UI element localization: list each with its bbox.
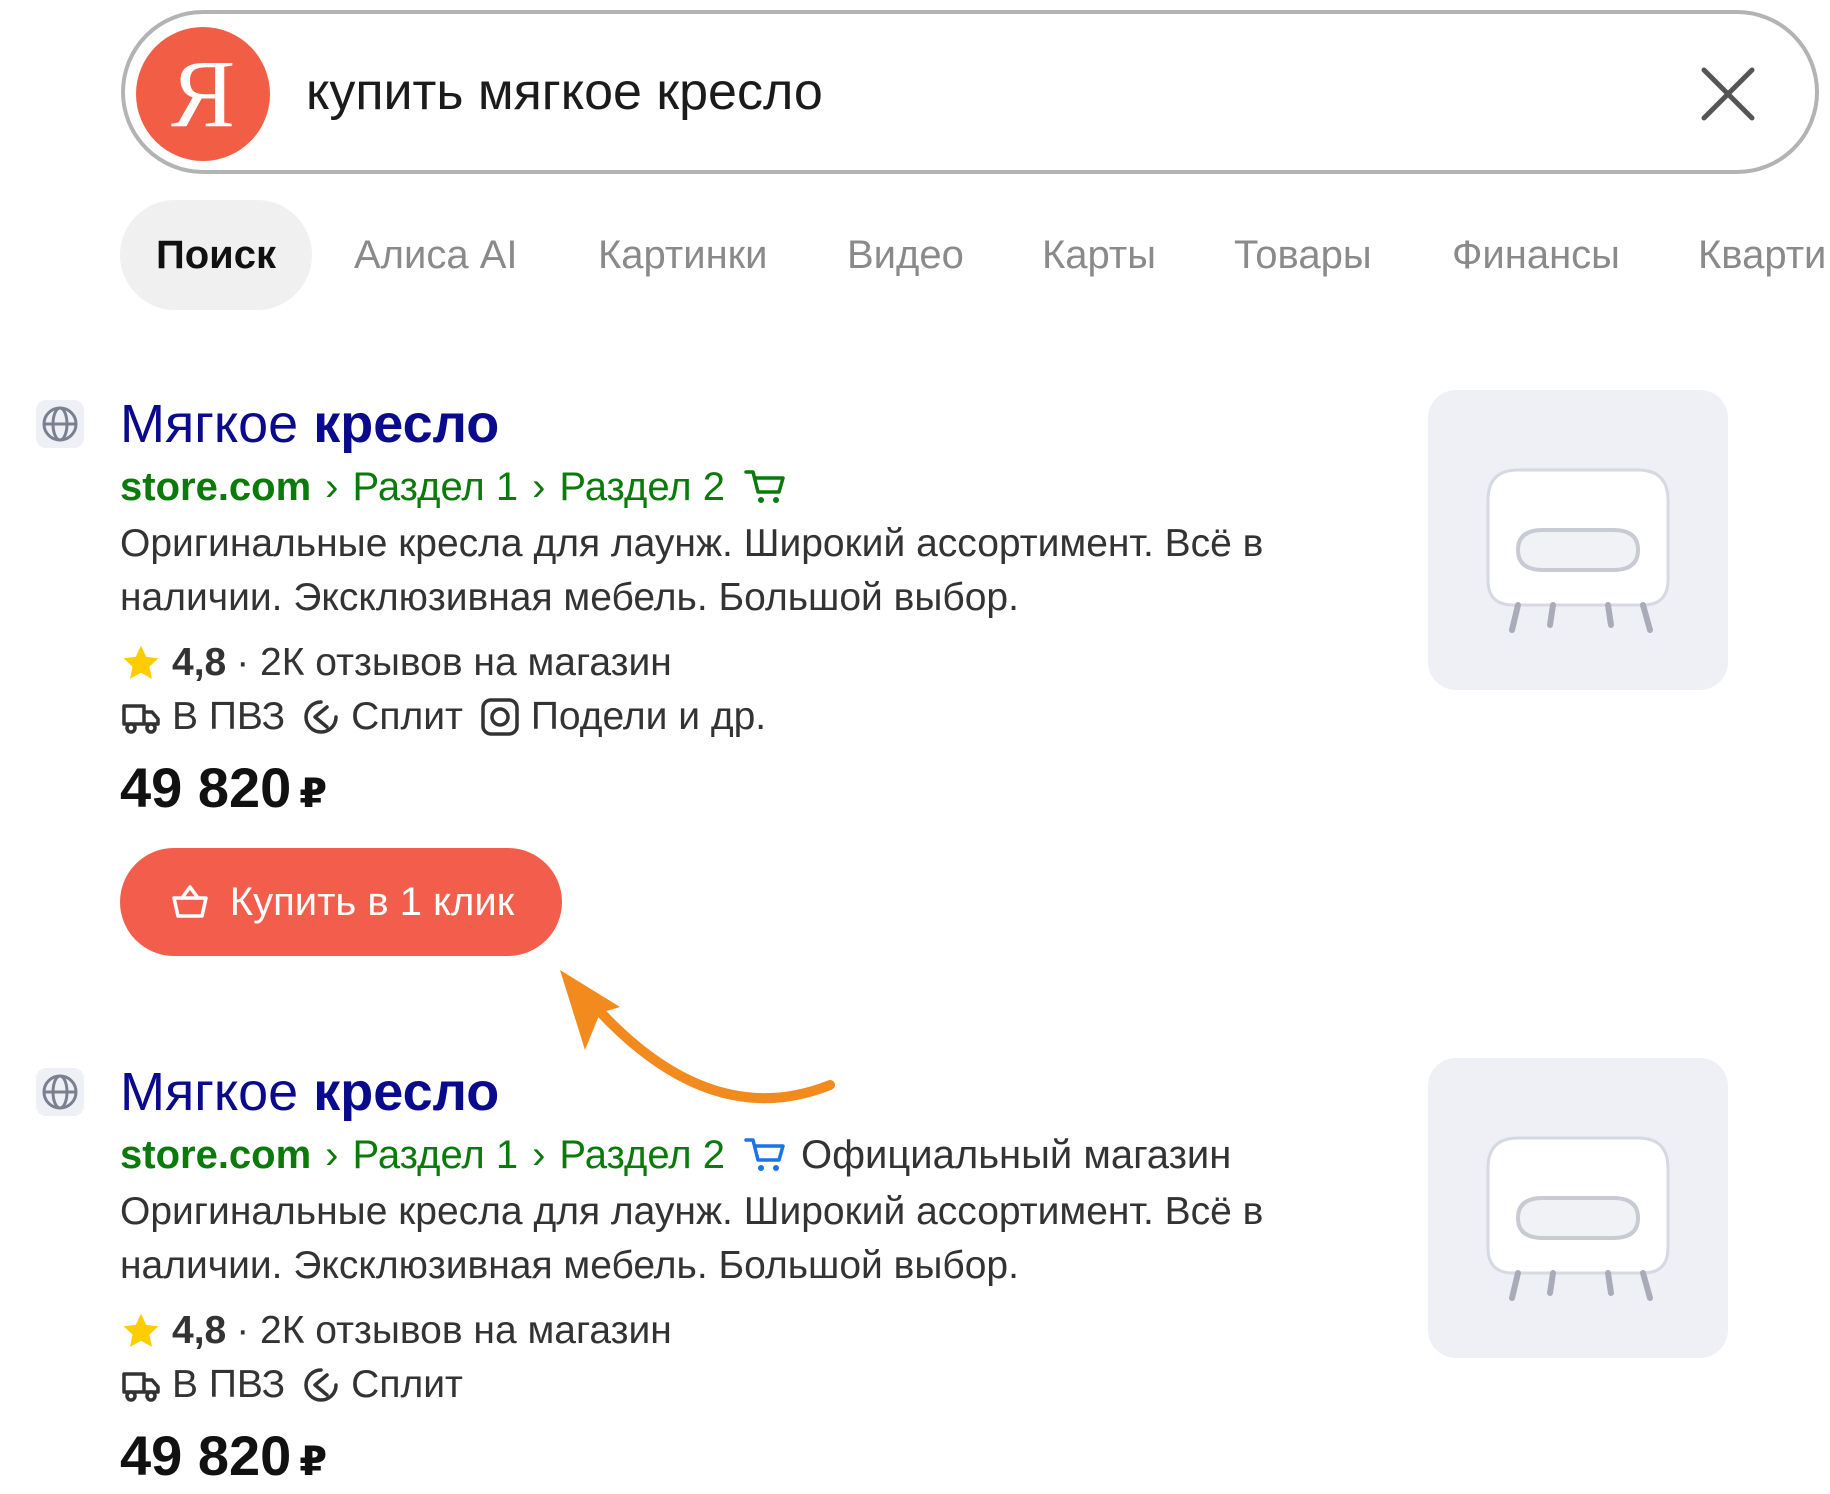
reviews-count[interactable]: · 2К отзывов на магазин bbox=[236, 638, 672, 688]
tab-maps[interactable]: Карты bbox=[1042, 200, 1156, 310]
tab-finance[interactable]: Финансы bbox=[1452, 200, 1620, 310]
feature-podeli: Подели и др. bbox=[479, 692, 766, 742]
cart-icon bbox=[744, 470, 785, 503]
globe-icon bbox=[36, 400, 84, 448]
features-row: В ПВЗ Сплит Подели и др. bbox=[120, 692, 782, 742]
tab-search[interactable]: Поиск bbox=[120, 200, 313, 310]
product-image[interactable] bbox=[1428, 1058, 1728, 1358]
result-title-bold: кресло bbox=[313, 394, 500, 454]
star-icon bbox=[123, 645, 159, 679]
tab-images[interactable]: Картинки bbox=[598, 200, 768, 310]
breadcrumb-section-1[interactable]: Раздел 1 bbox=[353, 1130, 519, 1180]
globe-icon bbox=[36, 1068, 84, 1116]
result-title[interactable]: Мягкое кресло bbox=[120, 1060, 499, 1124]
buy-one-click-label: Купить в 1 клик bbox=[229, 879, 515, 924]
price: 49 820 ₽ bbox=[120, 756, 327, 826]
price: 49 820 ₽ bbox=[120, 1424, 327, 1494]
feature-split-label: Сплит bbox=[351, 695, 463, 738]
split-icon bbox=[304, 1368, 338, 1402]
breadcrumb: store.com › Раздел 1 › Раздел 2 Официаль… bbox=[120, 1130, 1231, 1180]
result-title[interactable]: Мягкое кресло bbox=[120, 392, 499, 456]
buy-one-click-button[interactable]: Купить в 1 клик bbox=[120, 848, 562, 956]
official-store-label: Официальный магазин bbox=[800, 1133, 1232, 1177]
result-description: Оригинальные кресла для лаунж. Широкий а… bbox=[120, 522, 1264, 619]
armchair-icon bbox=[1486, 468, 1670, 633]
breadcrumb-separator: › bbox=[325, 1133, 339, 1177]
armchair-icon bbox=[1486, 1136, 1670, 1301]
product-image[interactable] bbox=[1428, 390, 1728, 690]
cart-icon bbox=[744, 1138, 785, 1171]
features-row: В ПВЗ Сплит bbox=[120, 1360, 479, 1410]
logo-letter: Я bbox=[170, 40, 236, 147]
breadcrumb-host[interactable]: store.com bbox=[120, 1130, 311, 1180]
rating-value: 4,8 bbox=[172, 1309, 227, 1352]
feature-split: Сплит bbox=[301, 1360, 463, 1410]
truck-icon bbox=[122, 704, 160, 734]
rating: 4,8 · 2К отзывов на магазин bbox=[120, 638, 672, 688]
rating: 4,8 · 2К отзывов на магазин bbox=[120, 1306, 672, 1356]
breadcrumb-host[interactable]: store.com bbox=[120, 462, 311, 512]
search-input[interactable]: купить мягкое кресло bbox=[306, 60, 823, 124]
split-icon bbox=[304, 700, 338, 734]
breadcrumb-separator: › bbox=[325, 465, 339, 509]
feature-podeli-label: Подели и др. bbox=[530, 695, 767, 738]
feature-split: Сплит bbox=[301, 692, 463, 742]
feature-pickup-label: В ПВЗ bbox=[172, 695, 286, 738]
basket-icon bbox=[172, 885, 208, 918]
reviews-count[interactable]: · 2К отзывов на магазин bbox=[236, 1306, 672, 1356]
annotation-arrow bbox=[560, 970, 835, 1104]
result-title-normal: Мягкое bbox=[120, 1062, 299, 1122]
result-description: Оригинальные кресла для лаунж. Широкий а… bbox=[120, 1190, 1264, 1287]
feature-split-label: Сплит bbox=[351, 1363, 463, 1406]
close-icon[interactable] bbox=[1692, 58, 1764, 130]
rating-value: 4,8 bbox=[172, 641, 227, 684]
truck-icon bbox=[122, 1372, 160, 1402]
breadcrumb-section-2[interactable]: Раздел 2 bbox=[559, 1130, 725, 1180]
breadcrumb-separator: › bbox=[532, 1133, 546, 1177]
price-value: 49 820 bbox=[120, 1424, 292, 1487]
result-title-normal: Мягкое bbox=[120, 394, 299, 454]
feature-pickup: В ПВЗ bbox=[120, 692, 285, 742]
podeli-icon bbox=[481, 698, 519, 736]
currency-icon: ₽ bbox=[299, 1440, 328, 1484]
currency-icon: ₽ bbox=[299, 772, 328, 816]
breadcrumb-section-2[interactable]: Раздел 2 bbox=[559, 462, 725, 512]
star-icon bbox=[123, 1313, 159, 1347]
yandex-logo[interactable]: Я bbox=[136, 27, 270, 161]
feature-pickup-label: В ПВЗ bbox=[172, 1363, 286, 1406]
tab-realty[interactable]: Кварти bbox=[1698, 200, 1826, 310]
tab-video[interactable]: Видео bbox=[847, 200, 964, 310]
tab-goods[interactable]: Товары bbox=[1234, 200, 1372, 310]
tab-alisa[interactable]: Алиса AI bbox=[354, 200, 518, 310]
result-title-bold: кресло bbox=[313, 1062, 500, 1122]
feature-pickup: В ПВЗ bbox=[120, 1360, 285, 1410]
price-value: 49 820 bbox=[120, 756, 292, 819]
breadcrumb-separator: › bbox=[532, 465, 546, 509]
breadcrumb: store.com › Раздел 1 › Раздел 2 bbox=[120, 462, 787, 512]
breadcrumb-section-1[interactable]: Раздел 1 bbox=[353, 462, 519, 512]
